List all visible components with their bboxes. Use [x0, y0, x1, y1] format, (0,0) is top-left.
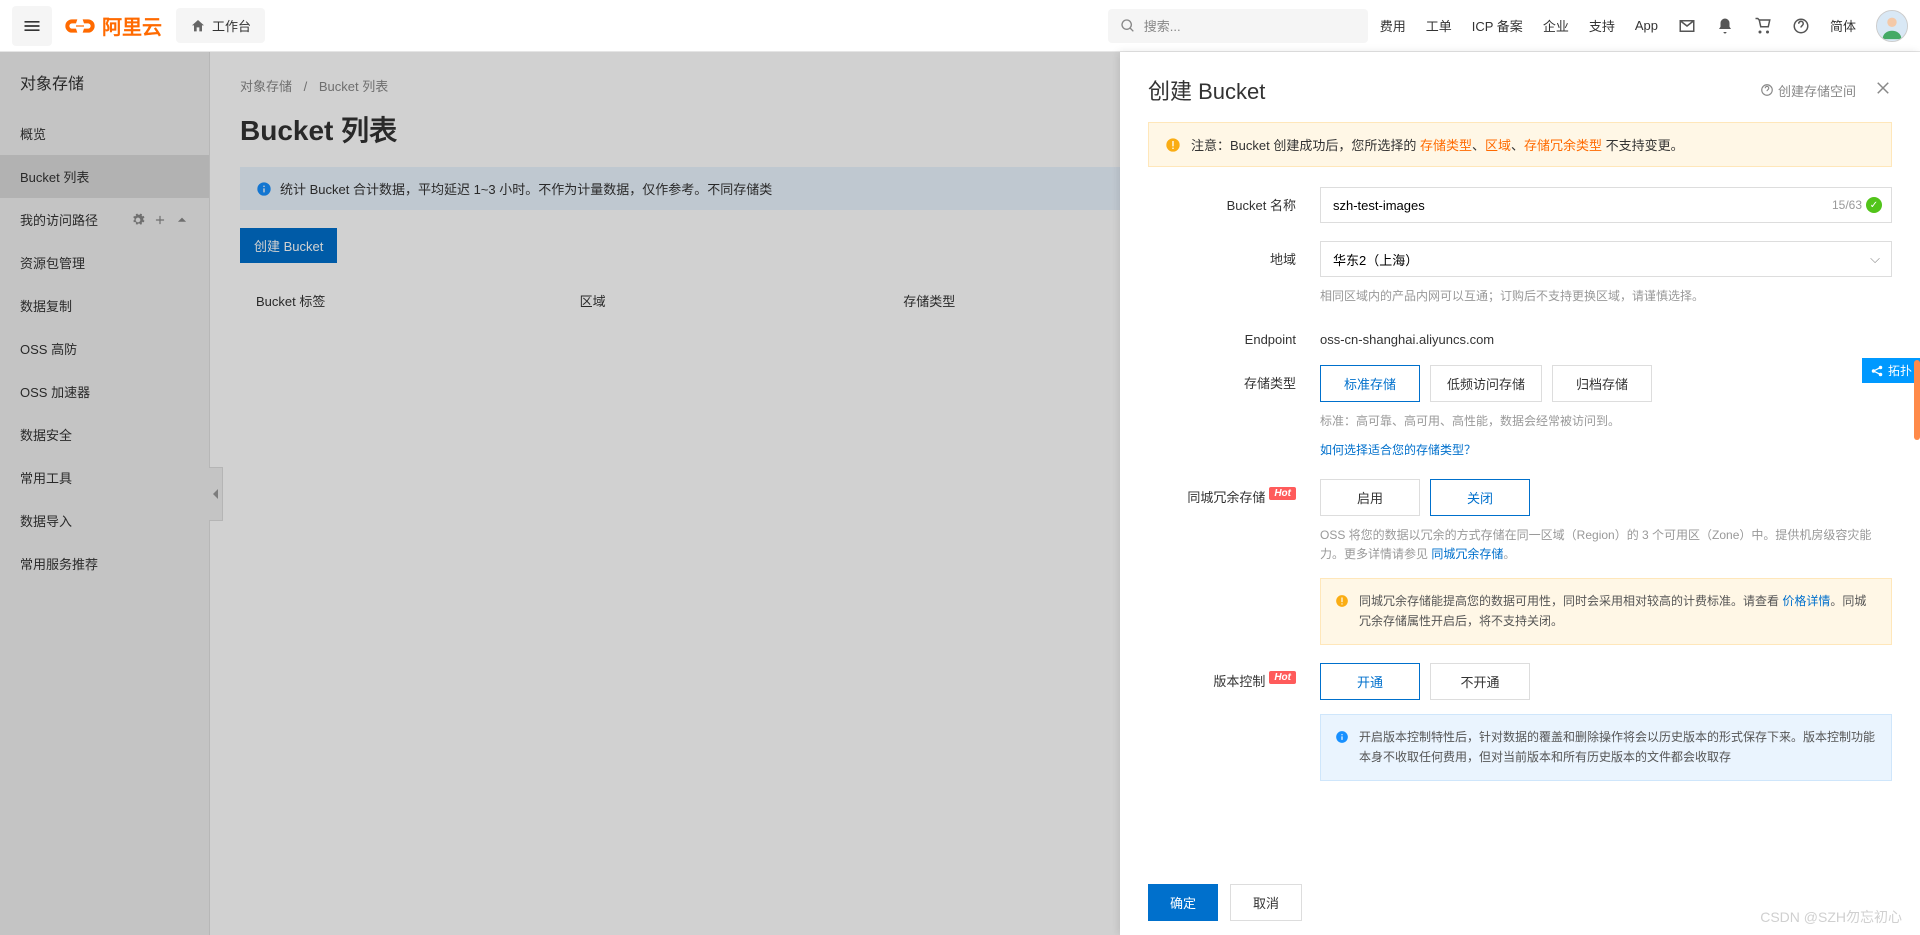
bell-icon[interactable] — [1716, 17, 1734, 35]
region-select[interactable] — [1320, 241, 1892, 277]
storage-standard[interactable]: 标准存储 — [1320, 365, 1420, 402]
warning-icon — [1335, 594, 1349, 608]
close-icon — [1874, 79, 1892, 97]
drawer-header: 创建 Bucket 创建存储空间 — [1120, 52, 1920, 122]
hamburger-icon — [22, 16, 42, 36]
nav-app[interactable]: App — [1635, 18, 1658, 33]
chevron-down-icon: ⌵ — [1870, 251, 1880, 267]
message-icon[interactable] — [1678, 17, 1696, 35]
redundant-hint: OSS 将您的数据以冗余的方式存储在同一区域（Region）的 3 个可用区（Z… — [1320, 526, 1892, 564]
pricing-link[interactable]: 价格详情 — [1782, 594, 1830, 608]
menu-toggle[interactable] — [12, 6, 52, 46]
nav-icp[interactable]: ICP 备案 — [1472, 16, 1523, 35]
bucket-name-input[interactable] — [1320, 187, 1892, 223]
version-group: 开通 不开通 — [1320, 663, 1892, 700]
hot-badge: Hot — [1269, 487, 1296, 500]
close-button[interactable] — [1874, 77, 1892, 103]
top-bar: 阿里云 工作台 搜索... 费用 工单 ICP 备案 企业 支持 App 简体 — [0, 0, 1920, 52]
version-disable[interactable]: 不开通 — [1430, 663, 1530, 700]
redundant-label: 同城冗余存储 Hot — [1148, 479, 1320, 645]
notice-box: 注意：Bucket 创建成功后，您所选择的 存储类型、区域、存储冗余类型 不支持… — [1148, 122, 1892, 167]
help-icon[interactable] — [1792, 17, 1810, 35]
endpoint-value: oss-cn-shanghai.aliyuncs.com — [1320, 324, 1892, 347]
cart-icon[interactable] — [1754, 17, 1772, 35]
nav-ticket[interactable]: 工单 — [1426, 16, 1452, 35]
cancel-button[interactable]: 取消 — [1230, 884, 1302, 921]
help-circle-icon — [1760, 83, 1774, 97]
storage-label: 存储类型 — [1148, 365, 1320, 460]
help-link[interactable]: 创建存储空间 — [1760, 81, 1856, 100]
name-counter: 15/63 — [1832, 198, 1862, 212]
drawer-footer: 确定 取消 — [1120, 870, 1920, 935]
create-bucket-drawer: 创建 Bucket 创建存储空间 注意：Bucket 创建成功后，您所选择的 存… — [1120, 52, 1920, 935]
brand-logo[interactable]: 阿里云 — [64, 10, 162, 42]
nav-enterprise[interactable]: 企业 — [1543, 16, 1569, 35]
confirm-button[interactable]: 确定 — [1148, 884, 1218, 921]
storage-help-link[interactable]: 如何选择适合您的存储类型？ — [1320, 443, 1476, 457]
search-placeholder: 搜索... — [1144, 16, 1181, 35]
user-avatar[interactable] — [1876, 10, 1908, 42]
redundant-enable[interactable]: 启用 — [1320, 479, 1420, 516]
name-label: Bucket 名称 — [1148, 187, 1320, 223]
lang-switch[interactable]: 简体 — [1830, 16, 1856, 35]
warning-icon — [1165, 137, 1181, 153]
workspace-button[interactable]: 工作台 — [176, 8, 265, 43]
redundant-link[interactable]: 同城冗余存储 — [1431, 547, 1503, 561]
check-icon: ✓ — [1866, 197, 1882, 213]
redundant-disable[interactable]: 关闭 — [1430, 479, 1530, 516]
top-nav-links: 费用 工单 ICP 备案 企业 支持 App 简体 — [1380, 10, 1908, 42]
drawer-title: 创建 Bucket — [1148, 74, 1760, 106]
redundant-group: 启用 关闭 — [1320, 479, 1892, 516]
endpoint-label: Endpoint — [1148, 324, 1320, 347]
storage-infrequent[interactable]: 低频访问存储 — [1430, 365, 1542, 402]
scroll-indicator — [1914, 360, 1920, 440]
nav-cost[interactable]: 费用 — [1380, 16, 1406, 35]
help-label: 创建存储空间 — [1778, 81, 1856, 100]
search-icon — [1120, 18, 1136, 34]
storage-hint: 标准：高可靠、高可用、高性能，数据会经常被访问到。 — [1320, 412, 1892, 431]
workspace-label: 工作台 — [212, 16, 251, 35]
global-search[interactable]: 搜索... — [1108, 9, 1368, 43]
home-icon — [190, 18, 206, 34]
hot-badge: Hot — [1269, 671, 1296, 684]
redundant-warning: 同城冗余存储能提高您的数据可用性，同时会采用相对较高的计费标准。请查看 价格详情… — [1320, 578, 1892, 645]
avatar-icon — [1877, 11, 1907, 41]
drawer-body: 注意：Bucket 创建成功后，您所选择的 存储类型、区域、存储冗余类型 不支持… — [1120, 122, 1920, 870]
share-icon — [1870, 364, 1884, 378]
aliyun-icon — [64, 10, 96, 42]
nav-support[interactable]: 支持 — [1589, 16, 1615, 35]
info-icon — [1335, 730, 1349, 744]
storage-type-group: 标准存储 低频访问存储 归档存储 — [1320, 365, 1892, 402]
brand-text: 阿里云 — [102, 11, 162, 40]
region-hint: 相同区域内的产品内网可以互通；订购后不支持更换区域，请谨慎选择。 — [1320, 287, 1892, 306]
share-tab[interactable]: 拓扑 — [1862, 358, 1920, 383]
version-label: 版本控制 Hot — [1148, 663, 1320, 781]
version-enable[interactable]: 开通 — [1320, 663, 1420, 700]
version-info: 开启版本控制特性后，针对数据的覆盖和删除操作将会以历史版本的形式保存下来。版本控… — [1320, 714, 1892, 781]
storage-archive[interactable]: 归档存储 — [1552, 365, 1652, 402]
region-label: 地域 — [1148, 241, 1320, 306]
